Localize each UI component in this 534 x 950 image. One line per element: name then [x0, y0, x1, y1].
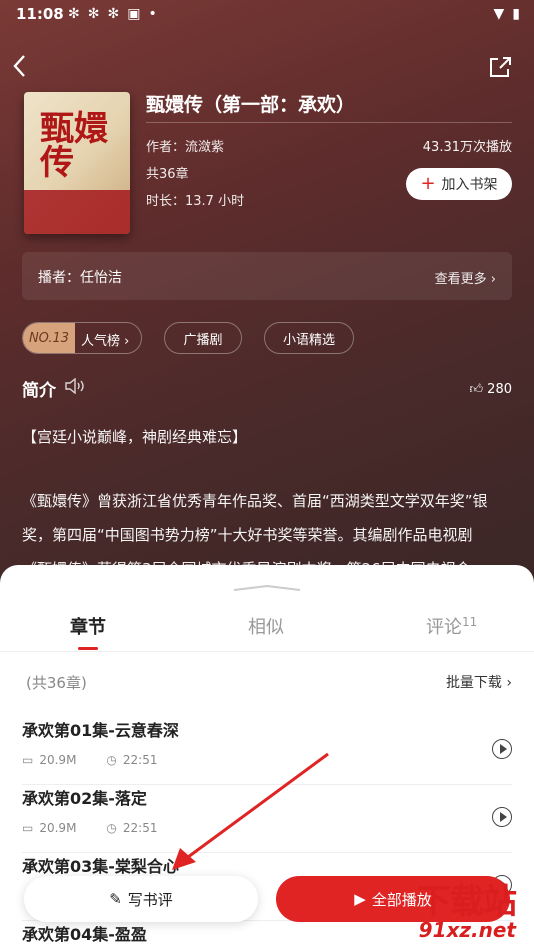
chapter-title: 承欢第04集-盈盈 [22, 925, 147, 944]
narrator-name: 播者：任怡洁 [38, 270, 122, 286]
chapter-title: 承欢第01集-云意春深 [22, 721, 179, 740]
batch-download-label: 批量下载 [445, 675, 502, 691]
book-chapters: 共36章 [146, 167, 189, 182]
app-notification-icon: ✻ [87, 6, 100, 22]
write-review-button[interactable]: ✎ 写书评 [24, 876, 258, 922]
chapter-item[interactable]: 承欢第02集-落定 ▭ 20.9M ◷ 22:51 [22, 785, 512, 853]
sheet-grabber[interactable] [232, 585, 302, 591]
chapter-duration: 22:51 [122, 821, 158, 835]
book-duration: 时长：13.7 小时 [146, 194, 245, 209]
like-count: 280 [487, 382, 512, 397]
chevron-right-icon: › [506, 675, 512, 691]
intro-text: 《甄嬛传》曾获浙江省优秀青年作品奖、首届“西湖类型文学双年奖”银 [22, 492, 488, 510]
app-notification-icon: ✻ [107, 6, 120, 22]
play-icon[interactable] [492, 739, 512, 759]
divider [0, 651, 534, 652]
tab-indicator [78, 647, 98, 650]
see-more-label: 查看更多 [434, 272, 487, 287]
pencil-icon: ✎ [109, 890, 122, 908]
plus-icon: + [420, 173, 436, 194]
status-notification-icons: ✻ ✻ ✻ ▣ • [68, 6, 157, 22]
a-notification-icon: ▣ [127, 6, 141, 22]
tab-chapters[interactable]: 章节 [70, 613, 106, 639]
cover-title-art: 甄嬛传 [40, 109, 108, 183]
status-bar: 11:08 ✻ ✻ ✻ ▣ • ▼ ▮ [0, 0, 534, 30]
see-more-link[interactable]: 查看更多 › [435, 268, 496, 287]
chapter-size: 20.9M [39, 753, 77, 767]
chapter-title: 承欢第02集-落定 [22, 789, 147, 808]
chapter-duration: 22:51 [122, 753, 158, 767]
narrator-bar[interactable]: 播者：任怡洁 查看更多 › [22, 252, 512, 300]
tag-radio-drama[interactable]: 广播剧 [164, 322, 242, 354]
intro-text: 【宫廷小说巅峰，神剧经典难忘】 [22, 428, 248, 446]
play-count: 43.31万次播放 [422, 140, 512, 155]
chapter-size: 20.9M [39, 821, 77, 835]
intro-text: 奖，第四届“中国图书势力榜”十大好书奖等荣誉。其编剧作品电视剧 [22, 526, 473, 544]
batch-download-button[interactable]: 批量下载 › [446, 672, 512, 692]
folder-icon: ▭ [22, 753, 34, 767]
app-notification-icon: ✻ [68, 6, 80, 22]
cover-decoration [24, 190, 130, 234]
divider [146, 122, 512, 123]
add-to-shelf-button[interactable]: + 加入书架 [406, 168, 512, 200]
folder-icon: ▭ [22, 821, 34, 835]
watermark-text: 下载站 [417, 882, 517, 922]
chapter-title: 承欢第03集-棠梨合心 [22, 857, 179, 876]
status-time: 11:08 [16, 5, 64, 23]
like-button[interactable]: 👍︎ 280 [469, 382, 512, 397]
chapter-meta: ▭ 20.9M ◷ 22:51 [22, 753, 158, 767]
book-cover[interactable]: 甄嬛传 [24, 92, 130, 234]
rank-tag[interactable]: NO.13 人气榜 › [22, 322, 142, 354]
watermark: 下载站 91xz.net [346, 872, 526, 950]
add-to-shelf-label: 加入书架 [441, 177, 498, 193]
clock-icon: ◷ [106, 753, 117, 767]
book-title: 甄嬛传（第一部：承欢） [146, 94, 356, 116]
battery-icon: ▮ [512, 6, 520, 22]
rank-number: NO.13 [23, 323, 75, 353]
speaker-icon[interactable] [64, 377, 86, 398]
back-icon[interactable] [10, 52, 32, 80]
status-right-icons: ▼ ▮ [494, 6, 521, 22]
thumbs-up-icon: 👍︎ [469, 382, 484, 397]
tab-bar: 章节 相似 评论11 [0, 613, 534, 647]
watermark-url: 91xz.net [418, 918, 516, 942]
tab-comments[interactable]: 评论11 [426, 613, 477, 639]
chevron-right-icon: › [490, 272, 496, 287]
header-area: 11:08 ✻ ✻ ✻ ▣ • ▼ ▮ 甄嬛传 甄嬛传（第一部：承欢） 作者：流… [0, 0, 534, 600]
wifi-icon: ▼ [493, 6, 505, 22]
clock-icon: ◷ [106, 821, 117, 835]
intro-title: 简介 [22, 381, 56, 401]
share-icon[interactable] [488, 56, 512, 78]
dot-icon: • [148, 6, 157, 22]
tab-similar[interactable]: 相似 [248, 613, 284, 639]
comments-badge: 11 [462, 615, 478, 629]
tag-selection[interactable]: 小语精选 [264, 322, 354, 354]
chapter-total: (共36章) [26, 674, 87, 692]
chapter-item[interactable]: 承欢第01集-云意春深 ▭ 20.9M ◷ 22:51 [22, 717, 512, 785]
rank-name: 人气榜 › [81, 334, 130, 349]
book-author: 作者：流潋紫 [146, 140, 225, 155]
play-icon[interactable] [492, 807, 512, 827]
write-review-label: 写书评 [127, 890, 173, 909]
chapter-meta: ▭ 20.9M ◷ 22:51 [22, 821, 158, 835]
